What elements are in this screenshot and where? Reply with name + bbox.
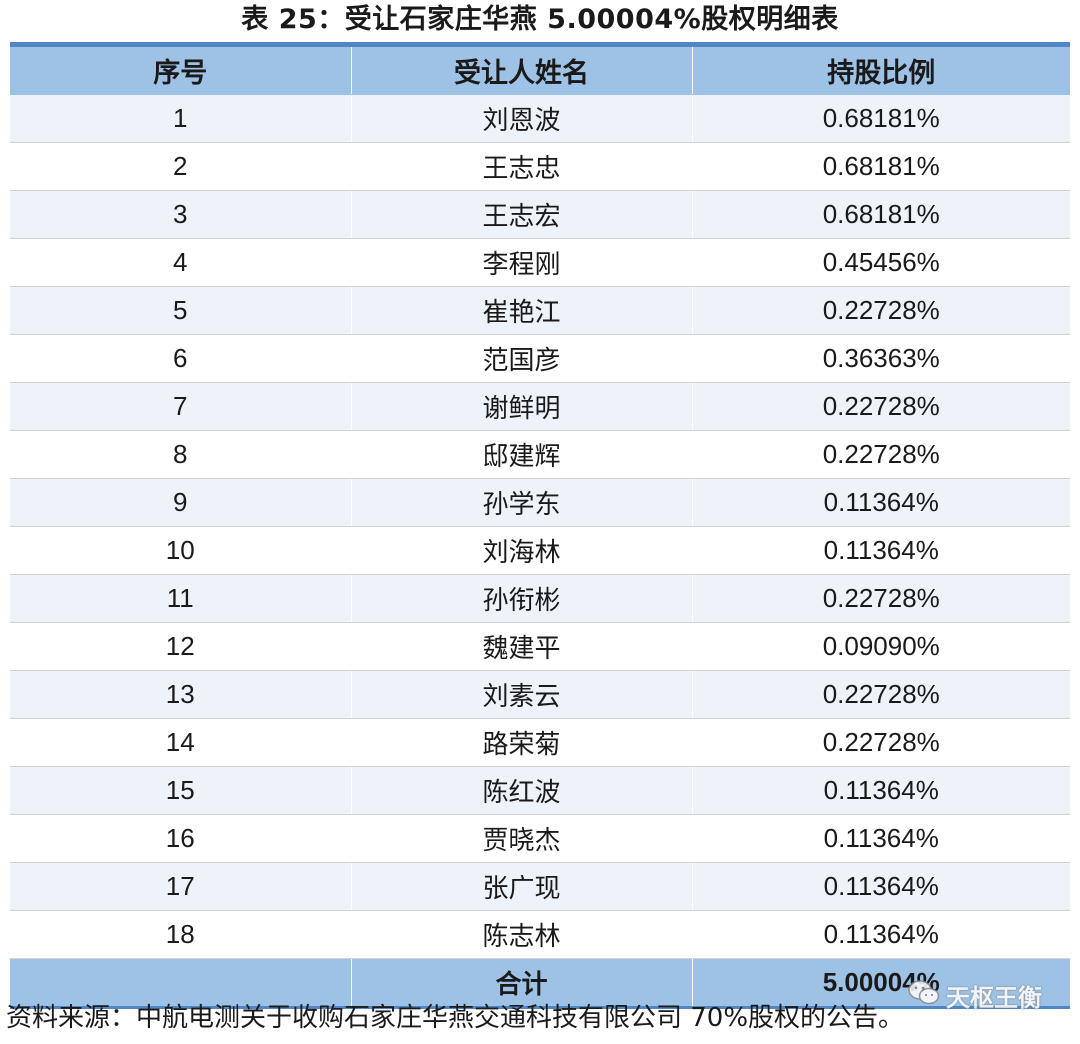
- share-ratio-cell: 0.22728%: [691, 718, 1070, 767]
- table-row: 15 陈红波 0.11364%: [10, 766, 1070, 815]
- transferee-name-cell: 崔艳江: [350, 286, 692, 335]
- header-share-ratio: 持股比例: [691, 47, 1070, 95]
- table-row: 9 孙学东 0.11364%: [10, 478, 1070, 527]
- transferee-name-cell: 刘素云: [350, 670, 692, 719]
- table-row: 6 范国彦 0.36363%: [10, 334, 1070, 383]
- transferee-name-cell: 魏建平: [350, 622, 692, 671]
- serial-number-cell: 6: [10, 334, 351, 383]
- transferee-name-cell: 王志忠: [350, 142, 692, 191]
- transferee-name-cell: 刘海林: [350, 526, 692, 575]
- serial-number-cell: 1: [10, 94, 351, 143]
- transferee-name-cell: 张广现: [350, 862, 692, 911]
- table-title: 表 25：受让石家庄华燕 5.00004%股权明细表: [241, 4, 839, 35]
- share-ratio-cell: 0.11364%: [691, 526, 1070, 575]
- table-row: 13 刘素云 0.22728%: [10, 670, 1070, 719]
- shareholding-table: 序号 受让人姓名 持股比例 1 刘恩波 0.68181% 2 王志忠 0.68181% 3 王…: [10, 47, 1070, 1006]
- share-ratio-cell: 0.22728%: [691, 430, 1070, 479]
- table-row: 18 陈志林 0.11364%: [10, 910, 1070, 959]
- header-transferee-name: 受让人姓名: [350, 47, 692, 95]
- transferee-name-cell: 路荣菊: [350, 718, 692, 767]
- serial-number-cell: 8: [10, 430, 351, 479]
- transferee-name-cell: 邸建辉: [350, 430, 692, 479]
- serial-number-cell: 10: [10, 526, 351, 575]
- serial-number-cell: 14: [10, 718, 351, 767]
- transferee-name-cell: 李程刚: [350, 238, 692, 287]
- table-row: 14 路荣菊 0.22728%: [10, 718, 1070, 767]
- table-row: 3 王志宏 0.68181%: [10, 190, 1070, 239]
- serial-number-cell: 11: [10, 574, 351, 623]
- table-row: 8 邸建辉 0.22728%: [10, 430, 1070, 479]
- table-row: 17 张广现 0.11364%: [10, 862, 1070, 911]
- share-ratio-cell: 0.11364%: [691, 478, 1070, 527]
- serial-number-cell: 2: [10, 142, 351, 191]
- table-row: 1 刘恩波 0.68181%: [10, 94, 1070, 143]
- serial-number-cell: 15: [10, 766, 351, 815]
- transferee-name-cell: 孙学东: [350, 478, 692, 527]
- table-body: 1 刘恩波 0.68181% 2 王志忠 0.68181% 3 王志宏 0.68181% 4 李程刚…: [10, 94, 1070, 959]
- serial-number-cell: 7: [10, 382, 351, 431]
- table-row: 5 崔艳江 0.22728%: [10, 286, 1070, 335]
- share-ratio-cell: 0.11364%: [691, 862, 1070, 911]
- share-ratio-cell: 0.68181%: [691, 142, 1070, 191]
- serial-number-cell: 18: [10, 910, 351, 959]
- share-ratio-cell: 0.68181%: [691, 94, 1070, 143]
- serial-number-cell: 12: [10, 622, 351, 671]
- share-ratio-cell: 0.11364%: [691, 910, 1070, 959]
- transferee-name-cell: 谢鲜明: [350, 382, 692, 431]
- table-row: 12 魏建平 0.09090%: [10, 622, 1070, 671]
- table-header: 序号 受让人姓名 持股比例: [10, 47, 1070, 95]
- header-serial-number: 序号: [10, 47, 351, 95]
- shareholding-table-container: 序号 受让人姓名 持股比例 1 刘恩波 0.68181% 2 王志忠 0.68181% 3 王…: [10, 42, 1070, 1009]
- transferee-name-cell: 王志宏: [350, 190, 692, 239]
- share-ratio-cell: 0.22728%: [691, 286, 1070, 335]
- header-row: 序号 受让人姓名 持股比例: [10, 47, 1070, 95]
- serial-number-cell: 13: [10, 670, 351, 719]
- table-row: 11 孙衔彬 0.22728%: [10, 574, 1070, 623]
- serial-number-cell: 4: [10, 238, 351, 287]
- share-ratio-cell: 0.22728%: [691, 574, 1070, 623]
- transferee-name-cell: 刘恩波: [350, 94, 692, 143]
- table-row: 7 谢鲜明 0.22728%: [10, 382, 1070, 431]
- share-ratio-cell: 0.36363%: [691, 334, 1070, 383]
- transferee-name-cell: 孙衔彬: [350, 574, 692, 623]
- share-ratio-cell: 0.22728%: [691, 382, 1070, 431]
- table-row: 16 贾晓杰 0.11364%: [10, 814, 1070, 863]
- table-row: 2 王志忠 0.68181%: [10, 142, 1070, 191]
- serial-number-cell: 9: [10, 478, 351, 527]
- table-row: 4 李程刚 0.45456%: [10, 238, 1070, 287]
- serial-number-cell: 17: [10, 862, 351, 911]
- share-ratio-cell: 0.22728%: [691, 670, 1070, 719]
- share-ratio-cell: 0.45456%: [691, 238, 1070, 287]
- share-ratio-cell: 0.11364%: [691, 814, 1070, 863]
- share-ratio-cell: 0.09090%: [691, 622, 1070, 671]
- transferee-name-cell: 陈志林: [350, 910, 692, 959]
- transferee-name-cell: 范国彦: [350, 334, 692, 383]
- source-note: 资料来源：中航电测关于收购石家庄华燕交通科技有限公司 70%股权的公告。: [6, 1003, 905, 1033]
- share-ratio-cell: 0.68181%: [691, 190, 1070, 239]
- transferee-name-cell: 陈红波: [350, 766, 692, 815]
- share-ratio-cell: 0.11364%: [691, 766, 1070, 815]
- table-row: 10 刘海林 0.11364%: [10, 526, 1070, 575]
- transferee-name-cell: 贾晓杰: [350, 814, 692, 863]
- serial-number-cell: 3: [10, 190, 351, 239]
- serial-number-cell: 5: [10, 286, 351, 335]
- serial-number-cell: 16: [10, 814, 351, 863]
